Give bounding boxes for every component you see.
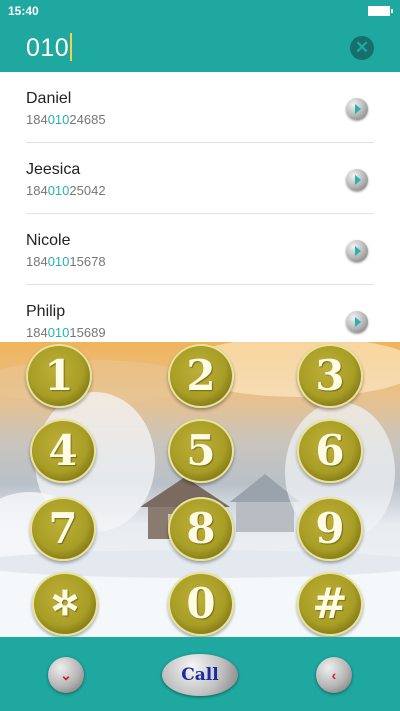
call-arrow-icon[interactable] bbox=[346, 240, 368, 262]
key-hash[interactable]: # bbox=[297, 572, 363, 636]
status-time: 15:40 bbox=[8, 4, 39, 18]
keypad: 1 2 3 4 5 6 7 8 9 ✲ 0 # bbox=[0, 342, 400, 637]
contact-row[interactable]: Philip 18401015689 bbox=[26, 285, 374, 342]
hide-keypad-button[interactable]: ⌄ bbox=[48, 657, 84, 693]
close-icon: ✕ bbox=[354, 38, 370, 57]
call-arrow-icon[interactable] bbox=[346, 311, 368, 333]
contact-number: 18401025042 bbox=[26, 183, 106, 198]
contact-name: Jeesica bbox=[26, 161, 81, 178]
key-star[interactable]: ✲ bbox=[32, 572, 98, 636]
contact-name: Nicole bbox=[26, 232, 71, 249]
battery-icon bbox=[368, 6, 393, 16]
bottom-bar: ⌄ Call ‹ bbox=[0, 637, 400, 711]
status-bar: 15:40 bbox=[0, 0, 400, 22]
key-9[interactable]: 9 bbox=[297, 497, 363, 561]
key-7[interactable]: 7 bbox=[30, 497, 96, 561]
dial-input[interactable]: 010 bbox=[26, 33, 73, 63]
contact-name: Philip bbox=[26, 303, 66, 320]
key-0[interactable]: 0 bbox=[168, 572, 234, 636]
number-match: 010 bbox=[47, 112, 70, 127]
call-button[interactable]: Call bbox=[162, 654, 238, 696]
chevron-down-icon: ⌄ bbox=[60, 667, 72, 683]
key-5[interactable]: 5 bbox=[168, 419, 234, 483]
call-arrow-icon[interactable] bbox=[346, 98, 368, 120]
key-4[interactable]: 4 bbox=[30, 419, 96, 483]
contact-row[interactable]: Nicole 18401015678 bbox=[26, 214, 374, 285]
call-arrow-icon[interactable] bbox=[346, 169, 368, 191]
key-1[interactable]: 1 bbox=[26, 344, 92, 408]
key-6[interactable]: 6 bbox=[297, 419, 363, 483]
key-8[interactable]: 8 bbox=[168, 497, 234, 561]
text-caret bbox=[70, 33, 73, 61]
contact-row[interactable]: Daniel 18401024685 bbox=[26, 72, 374, 143]
dial-input-value: 010 bbox=[26, 34, 70, 62]
backspace-button[interactable]: ‹ bbox=[316, 657, 352, 693]
number-match: 010 bbox=[47, 325, 70, 340]
contact-number: 18401024685 bbox=[26, 112, 106, 127]
number-match: 010 bbox=[47, 183, 70, 198]
key-3[interactable]: 3 bbox=[297, 344, 363, 408]
contact-row[interactable]: Jeesica 18401025042 bbox=[26, 143, 374, 214]
contact-number: 18401015678 bbox=[26, 254, 106, 269]
contact-number: 18401015689 bbox=[26, 325, 106, 340]
search-header: 010 ✕ bbox=[0, 22, 400, 72]
clear-input-button[interactable]: ✕ bbox=[350, 36, 374, 60]
contact-name: Daniel bbox=[26, 90, 72, 107]
chevron-left-icon: ‹ bbox=[331, 667, 337, 683]
contact-list: Daniel 18401024685 Jeesica 18401025042 N… bbox=[0, 72, 400, 342]
key-2[interactable]: 2 bbox=[168, 344, 234, 408]
number-match: 010 bbox=[47, 254, 70, 269]
